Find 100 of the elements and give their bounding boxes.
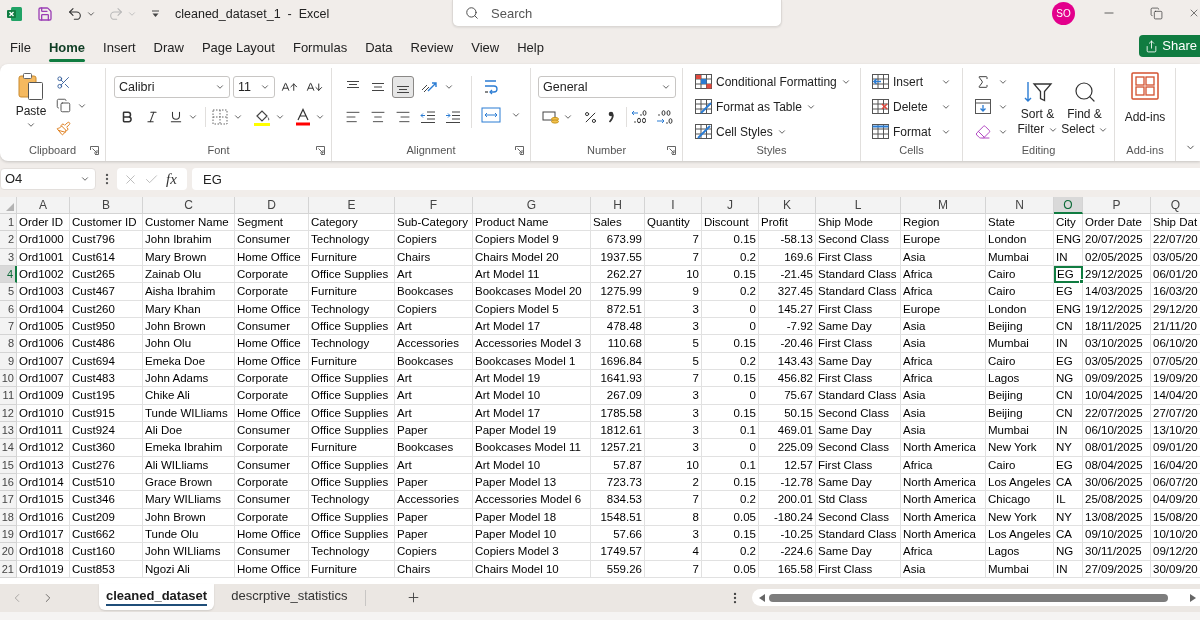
- ship-date[interactable]: 09/12/20: [1151, 543, 1200, 561]
- customer-name[interactable]: John Ibrahim: [143, 231, 235, 249]
- region-name[interactable]: Asia: [901, 421, 986, 440]
- ship-date[interactable]: 29/12/20: [1151, 300, 1200, 318]
- ship-date[interactable]: 06/01/20: [1151, 266, 1200, 284]
- sales-amount[interactable]: 1641.93: [591, 369, 645, 388]
- sales-amount[interactable]: 1937.55: [591, 248, 645, 266]
- column-letter[interactable]: L: [816, 197, 901, 214]
- segment-name[interactable]: Consumer: [235, 456, 309, 474]
- discount-value[interactable]: 0.2: [702, 543, 759, 561]
- sales-amount[interactable]: 559.26: [591, 560, 645, 578]
- save-icon[interactable]: [37, 6, 53, 22]
- segment-name[interactable]: Consumer: [235, 491, 309, 509]
- discount-value[interactable]: 0.15: [702, 525, 759, 544]
- region-name[interactable]: North America: [901, 525, 986, 544]
- ship-date[interactable]: 16/03/20: [1151, 283, 1200, 301]
- sub-category-name[interactable]: Accessories: [395, 491, 473, 509]
- discount-value[interactable]: 0: [702, 387, 759, 405]
- category-name[interactable]: Furniture: [309, 352, 395, 370]
- customer-name[interactable]: Mary Khan: [143, 300, 235, 318]
- customer-name[interactable]: Aisha Ibrahim: [143, 283, 235, 301]
- quantity-value[interactable]: 5: [645, 352, 702, 370]
- undo-icon[interactable]: [67, 6, 83, 22]
- profit-amount[interactable]: 327.45: [759, 283, 816, 301]
- field-heading[interactable]: Quantity: [645, 214, 702, 232]
- ship-mode[interactable]: Std Class: [816, 491, 901, 509]
- sub-category-name[interactable]: Paper: [395, 508, 473, 526]
- customer-id[interactable]: Cust915: [70, 404, 143, 422]
- field-heading[interactable]: Category: [309, 214, 395, 232]
- row-number[interactable]: 20: [0, 543, 17, 561]
- ribbon-tab[interactable]: Data: [365, 29, 393, 63]
- customer-name[interactable]: John Brown: [143, 508, 235, 526]
- customer-id[interactable]: Cust467: [70, 283, 143, 301]
- add-ins-button[interactable]: Add-ins: [1124, 72, 1166, 126]
- profit-amount[interactable]: 165.58: [759, 560, 816, 578]
- column-letter[interactable]: A: [17, 197, 70, 214]
- sales-amount[interactable]: 1785.58: [591, 404, 645, 422]
- order-id[interactable]: Ord1007: [17, 352, 70, 370]
- order-id[interactable]: Ord1015: [17, 491, 70, 509]
- customer-name[interactable]: Emeka Ibrahim: [143, 439, 235, 457]
- styles-command[interactable]: Conditional Formatting: [695, 69, 860, 94]
- segment-name[interactable]: Home Office: [235, 300, 309, 318]
- row-number[interactable]: 17: [0, 491, 17, 509]
- discount-value[interactable]: 0: [702, 439, 759, 457]
- region-name[interactable]: Africa: [901, 266, 986, 284]
- sales-amount[interactable]: 723.73: [591, 473, 645, 492]
- sheet-tab[interactable]: cleaned_dataset: [99, 584, 215, 610]
- ship-mode[interactable]: Same Day: [816, 317, 901, 336]
- account-avatar[interactable]: SO: [1052, 1, 1075, 25]
- wrap-text-icon[interactable]: [483, 78, 499, 96]
- segment-name[interactable]: Home Office: [235, 352, 309, 370]
- product-name[interactable]: Bookcases Model 1: [473, 352, 591, 370]
- quantity-value[interactable]: 5: [645, 335, 702, 353]
- ship-mode[interactable]: Second Class: [816, 508, 901, 526]
- region-name[interactable]: Asia: [901, 387, 986, 405]
- caret-icon[interactable]: [563, 112, 573, 122]
- customer-id[interactable]: Cust924: [70, 421, 143, 440]
- category-name[interactable]: Office Supplies: [309, 525, 395, 544]
- sales-amount[interactable]: 478.48: [591, 317, 645, 336]
- row-number[interactable]: 5: [0, 283, 17, 301]
- fill-handle[interactable]: [1079, 279, 1084, 285]
- field-heading[interactable]: Profit: [759, 214, 816, 232]
- state-name[interactable]: London: [986, 231, 1054, 249]
- ribbon-tab[interactable]: View: [471, 29, 500, 63]
- order-date[interactable]: 27/09/2025: [1083, 560, 1151, 578]
- order-date[interactable]: 08/01/2025: [1083, 439, 1151, 457]
- segment-name[interactable]: Corporate: [235, 283, 309, 301]
- underline-icon[interactable]: [169, 110, 183, 124]
- sales-amount[interactable]: 1257.21: [591, 439, 645, 457]
- field-heading[interactable]: Order Date: [1083, 214, 1151, 232]
- state-name[interactable]: Cairo: [986, 283, 1054, 301]
- dialog-launcher-icon[interactable]: [667, 145, 676, 155]
- discount-value[interactable]: 0.05: [702, 508, 759, 526]
- font-size-dropdown[interactable]: 11: [233, 76, 275, 98]
- discount-value[interactable]: 0: [702, 317, 759, 336]
- city-code[interactable]: IN: [1054, 560, 1083, 578]
- conditional-formatting-icon[interactable]: [695, 74, 712, 89]
- ship-mode[interactable]: Second Class: [816, 231, 901, 249]
- caret-icon[interactable]: [275, 112, 285, 122]
- product-name[interactable]: Accessories Model 3: [473, 335, 591, 353]
- caret-icon[interactable]: [233, 112, 243, 122]
- customer-id[interactable]: Cust853: [70, 560, 143, 578]
- borders-icon[interactable]: [212, 109, 228, 125]
- segment-name[interactable]: Corporate: [235, 387, 309, 405]
- order-id[interactable]: Ord1006: [17, 335, 70, 353]
- ribbon-tab[interactable]: Review: [410, 29, 454, 63]
- order-date[interactable]: 20/07/2025: [1083, 231, 1151, 249]
- order-date[interactable]: 29/12/2025: [1083, 266, 1151, 284]
- profit-amount[interactable]: -58.13: [759, 231, 816, 249]
- caret-icon[interactable]: [511, 110, 521, 120]
- product-name[interactable]: Paper Model 19: [473, 421, 591, 440]
- row-number[interactable]: 8: [0, 335, 17, 353]
- sub-category-name[interactable]: Chairs: [395, 560, 473, 578]
- category-name[interactable]: Office Supplies: [309, 387, 395, 405]
- profit-amount[interactable]: 75.67: [759, 387, 816, 405]
- bottom-align-button[interactable]: [392, 76, 414, 98]
- quantity-value[interactable]: 10: [645, 456, 702, 474]
- state-name[interactable]: Los Angeles: [986, 525, 1054, 544]
- order-date[interactable]: 03/10/2025: [1083, 335, 1151, 353]
- customer-name[interactable]: Ali WILliams: [143, 456, 235, 474]
